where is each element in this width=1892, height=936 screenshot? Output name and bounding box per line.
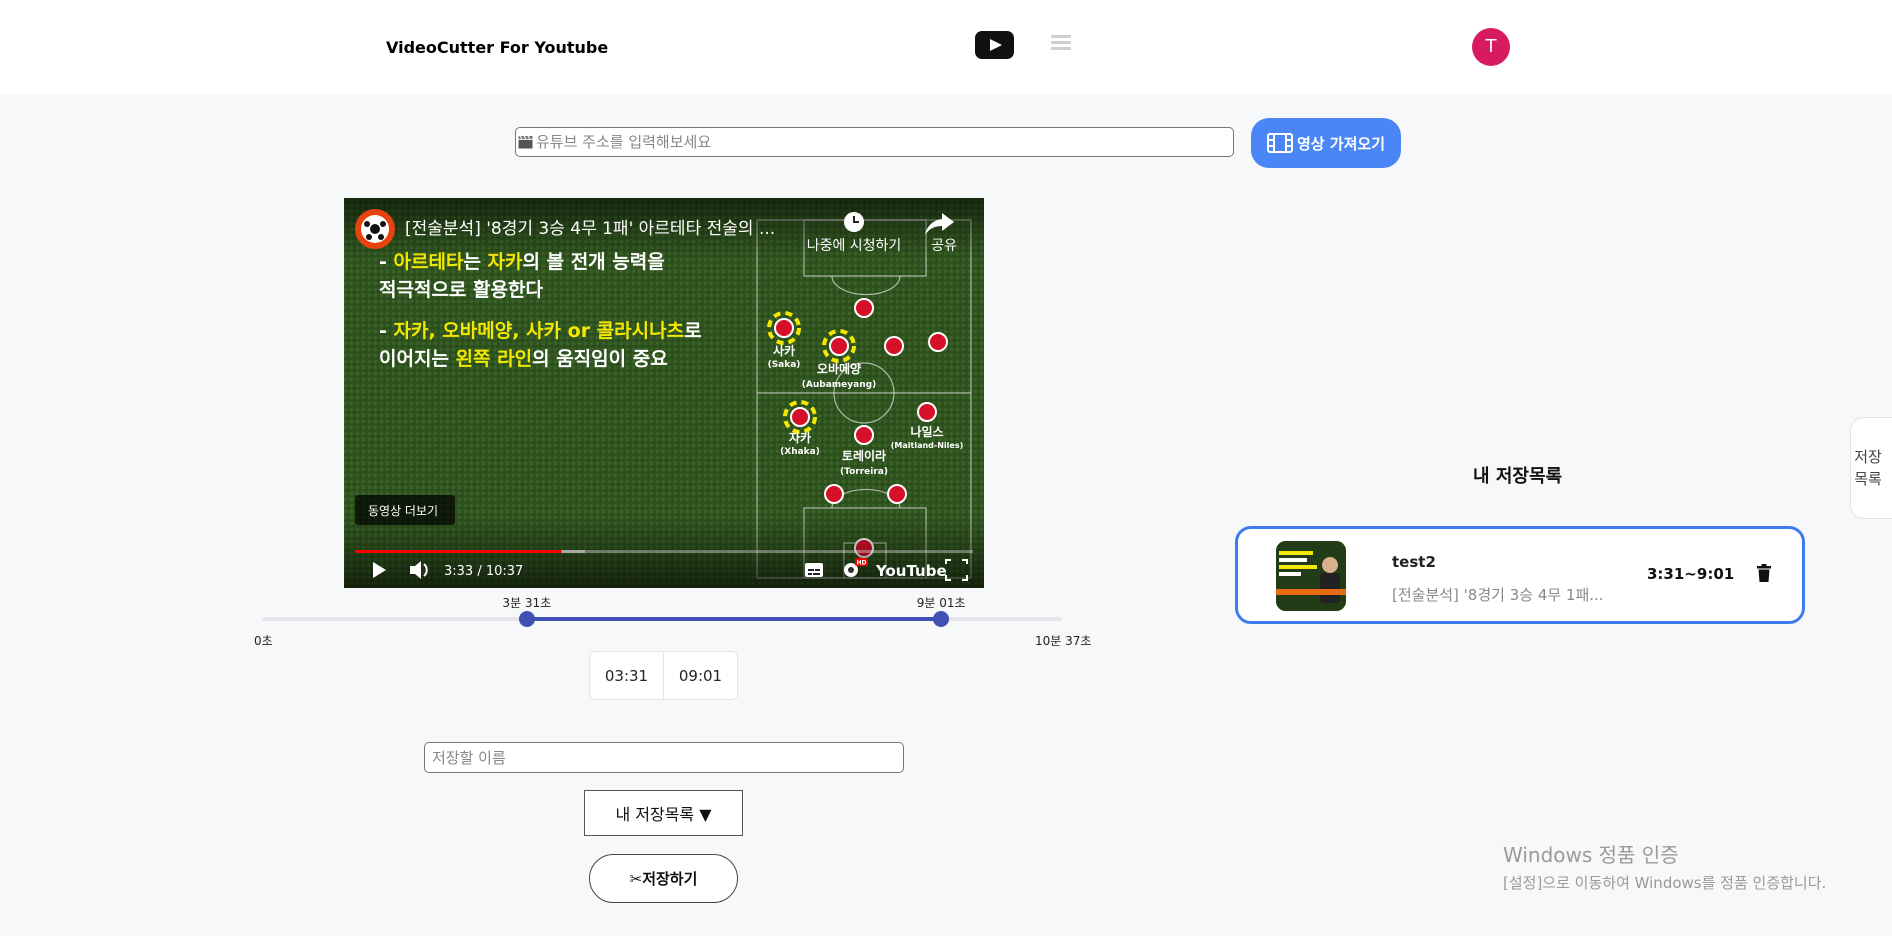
saved-item-thumbnail[interactable] [1276,541,1346,611]
svg-text:적극적으로 활용한다: 적극적으로 활용한다 [379,279,543,301]
time-range-slider[interactable]: 3분 31초 9분 01초 0초 10분 37초 [254,590,1091,650]
avatar[interactable]: T [1472,28,1510,66]
svg-text:자카: 자카 [789,430,811,445]
watermark-subtitle: [설정]으로 이동하여 Windows를 정품 인증합니다. [1503,874,1827,892]
save-button[interactable]: ✂ 저장하기 [589,854,738,903]
more-videos-label: 동영상 더보기 [368,504,438,518]
top-header: VideoCutter For Youtube T [0,0,1892,94]
svg-text:나일스: 나일스 [910,424,943,439]
video-title: [전술분석] '8경기 3승 4무 1패' 아르테타 전술의 ... [405,219,775,239]
svg-text:오바메양: 오바메양 [817,361,861,376]
slider-selected-range [526,617,942,621]
scissors-icon: ✂ [629,869,643,888]
menu-icon[interactable] [1051,35,1071,55]
side-tab-line1: 저장 [1854,448,1882,466]
svg-text:HD: HD [856,560,866,567]
svg-text:토레이라: 토레이라 [842,448,886,463]
clapperboard-icon [518,135,533,149]
svg-text:사카: 사카 [773,343,795,358]
share-label: 공유 [931,238,957,254]
saved-item-description: [전술분석] '8경기 3승 4무 1패... [1392,586,1604,604]
time-display-box: 03:31 09:01 [589,651,738,700]
slider-start-value: 3분 31초 [502,596,552,610]
fetch-video-button[interactable]: 영상 가져오기 [1251,118,1401,168]
trash-icon[interactable] [1757,564,1771,582]
app-brand[interactable]: VideoCutter For Youtube [386,38,608,57]
svg-text:(Maitland-Niles): (Maitland-Niles) [891,441,964,450]
fetch-video-label: 영상 가져오기 [1296,134,1386,153]
film-icon [1266,133,1293,153]
side-tab-line2: 목록 [1854,470,1882,488]
watermark-title: Windows 정품 인증 [1503,843,1679,867]
save-name-input[interactable] [425,743,903,772]
slider-start-handle[interactable] [518,611,535,627]
youtube-icon[interactable] [975,31,1014,59]
svg-text:이어지는 왼쪽 라인의 움직임이 중요: 이어지는 왼쪽 라인의 움직임이 중요 [379,348,668,370]
time-display: 3:33 / 10:37 [444,564,523,579]
saved-item-range: 3:31~9:01 [1647,565,1735,583]
save-button-label: 저장하기 [642,870,698,888]
svg-text:(Saka): (Saka) [768,360,801,370]
save-list-dropdown[interactable]: 내 저장목록 ▼ [584,790,743,836]
slider-end-handle[interactable] [933,611,950,627]
url-input-field[interactable] [515,127,1234,157]
subtitles-icon [805,563,823,577]
svg-text:(Aubameyang): (Aubameyang) [802,380,876,390]
slider-min-label: 0초 [254,634,273,648]
youtube-player[interactable]: - 아르테타는 자카의 볼 전개 능력을 적극적으로 활용한다 - 자카, 오바… [344,198,984,588]
url-input[interactable] [536,128,1226,156]
end-time[interactable]: 09:01 [664,652,737,699]
saved-item-name: test2 [1392,553,1436,571]
slider-end-value: 9분 01초 [916,596,966,610]
clock-icon [844,212,864,232]
svg-text:- 자카, 오바메양, 사카 or 콜라시나츠로: - 자카, 오바메양, 사카 or 콜라시나츠로 [379,320,702,342]
watch-later-label: 나중에 시청하기 [807,238,902,254]
slider-max-label: 10분 37초 [1035,634,1092,648]
saved-list-title: 내 저장목록 [1473,466,1563,487]
save-name-field[interactable] [424,742,904,773]
svg-text:(Torreira): (Torreira) [840,467,888,477]
channel-avatar [355,209,395,249]
youtube-logo: YouTube [875,562,947,580]
saved-list-side-tab[interactable]: 저장 목록 [1850,417,1892,519]
start-time[interactable]: 03:31 [590,652,664,699]
saved-item-card[interactable]: test2 [전술분석] '8경기 3승 4무 1패... 3:31~9:01 [1235,526,1805,624]
windows-activation-watermark: Windows 정품 인증 [설정]으로 이동하여 Windows를 정품 인증… [1503,839,1826,893]
svg-text:(Xhaka): (Xhaka) [780,447,820,457]
